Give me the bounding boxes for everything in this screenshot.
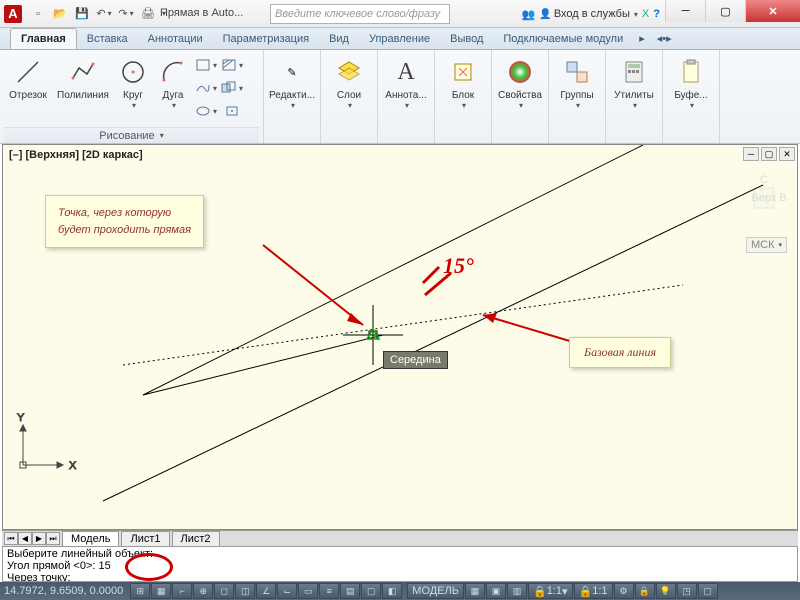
draw-panel-title[interactable]: Рисование ▾ — [4, 127, 259, 143]
qp-icon[interactable]: ▢ — [361, 583, 381, 599]
ribbon-tabs: Главная Вставка Аннотации Параметризация… — [0, 28, 800, 50]
spline-icon[interactable]: ▾ — [194, 77, 218, 99]
hw-accel-icon[interactable]: 💡 — [656, 583, 676, 599]
qat-save-icon[interactable]: 💾 — [72, 4, 92, 24]
sc-icon[interactable]: ◧ — [382, 583, 402, 599]
tab-plugins[interactable]: Подключаемые модули — [493, 29, 633, 49]
tab-view[interactable]: Вид — [319, 29, 359, 49]
app-logo-icon[interactable]: A — [4, 5, 22, 23]
otrack-icon[interactable]: ∠ — [256, 583, 276, 599]
annoscale-button[interactable]: 🔒 1:1▾ — [528, 583, 573, 599]
line-label: Отрезок — [9, 90, 47, 101]
dyn-icon[interactable]: ▭ — [298, 583, 318, 599]
qat-redo-icon[interactable]: ↷▾ — [116, 4, 136, 24]
clipboard-button[interactable]: Буфе...▾ — [667, 52, 715, 110]
highlight-circle — [125, 553, 173, 581]
polar-toggle-icon[interactable]: ⊕ — [193, 583, 213, 599]
tab-manage[interactable]: Управление — [359, 29, 440, 49]
help-icon[interactable]: ? — [653, 8, 660, 20]
polyline-button[interactable]: Полилиния — [54, 52, 112, 101]
ellipse-icon[interactable]: ▾ — [194, 100, 218, 122]
grid-toggle-icon[interactable]: ▦ — [151, 583, 171, 599]
scale-button[interactable]: 🔒 1:1 — [574, 583, 613, 599]
maximize-button[interactable]: ▢ — [705, 0, 745, 22]
tab-home[interactable]: Главная — [10, 28, 77, 49]
layers-button[interactable]: Слои▾ — [325, 52, 373, 110]
3dosnap-icon[interactable]: ◫ — [235, 583, 255, 599]
coords-readout[interactable]: 14.7972, 9.6509, 0.0000 — [4, 585, 123, 597]
layout2-tab[interactable]: Лист2 — [172, 531, 220, 547]
angle-annotation: 15° — [443, 253, 474, 279]
lock-ui-icon[interactable]: 🔒 — [635, 583, 655, 599]
tab-insert[interactable]: Вставка — [77, 29, 138, 49]
signin-button[interactable]: 👤 Вход в службы ▾ — [539, 8, 638, 20]
tab-expand-icon[interactable]: ◂•▸ — [651, 28, 678, 49]
point-icon[interactable] — [220, 100, 244, 122]
osnap-toggle-icon[interactable]: ◻ — [214, 583, 234, 599]
close-button[interactable]: ✕ — [745, 0, 800, 22]
ws-switch-icon[interactable]: ⚙ — [614, 583, 634, 599]
arc-button[interactable]: Дуга▾ — [154, 52, 192, 110]
tab-prev-icon[interactable]: ◀ — [18, 532, 32, 545]
circle-button[interactable]: Круг▾ — [114, 52, 152, 110]
search-input[interactable]: Введите ключевое слово/фразу — [270, 4, 450, 24]
qat-new-icon[interactable]: ▫ — [28, 4, 48, 24]
status-bar: 14.7972, 9.6509, 0.0000 ⊞ ▦ ⌐ ⊕ ◻ ◫ ∠ ⌙ … — [0, 582, 800, 600]
lwt-icon[interactable]: ≡ — [319, 583, 339, 599]
tab-parametric[interactable]: Параметризация — [213, 29, 319, 49]
clean-icon[interactable]: ▢ — [698, 583, 718, 599]
qat-print-icon[interactable]: 🖨 — [138, 4, 158, 24]
rect-icon[interactable]: ▾ — [194, 54, 218, 76]
signin-label: Вход в службы — [554, 8, 630, 20]
region-icon[interactable]: ▾ — [220, 77, 244, 99]
infocenter-icon[interactable]: 👥 — [522, 8, 536, 21]
drawing-area[interactable]: [–] [Верхняя] [2D каркас] ─ ▢ ✕ ВерхСВ М… — [2, 144, 798, 530]
exchange-icon[interactable]: X — [642, 8, 649, 20]
qv-icon[interactable]: ▣ — [486, 583, 506, 599]
qat-open-icon[interactable]: 📂 — [50, 4, 70, 24]
tab-scroll-icon[interactable]: ▸ — [633, 28, 651, 49]
iso-icon[interactable]: ◳ — [677, 583, 697, 599]
snap-tooltip: Середина — [383, 351, 448, 369]
tab-next-icon[interactable]: ▶ — [32, 532, 46, 545]
tab-output[interactable]: Вывод — [440, 29, 493, 49]
hatch-icon[interactable]: ▾ — [220, 54, 244, 76]
annot-button[interactable]: AАннота...▾ — [382, 52, 430, 110]
layout1-tab[interactable]: Лист1 — [121, 531, 169, 547]
quick-access-toolbar: ▫ 📂 💾 ↶▾ ↷▾ 🖨 ▾ — [28, 4, 166, 24]
block-button[interactable]: Блок▾ — [439, 52, 487, 110]
modify-button[interactable]: ✎Редакти...▾ — [268, 52, 316, 110]
arc-label: Дуга — [163, 90, 184, 101]
grid2-icon[interactable]: ▦ — [465, 583, 485, 599]
circle-label: Круг — [123, 90, 143, 101]
snap-toggle-icon[interactable]: ⊞ — [130, 583, 150, 599]
ortho-toggle-icon[interactable]: ⌐ — [172, 583, 192, 599]
window-title: Прямая в Auto... — [160, 7, 243, 19]
tab-last-icon[interactable]: ⏭ — [46, 532, 60, 545]
ducs-icon[interactable]: ⌙ — [277, 583, 297, 599]
layout-tabs: ⏮ ◀ ▶ ⏭ Модель Лист1 Лист2 — [2, 530, 798, 546]
cmd-line-0: Выберите линейный объект: — [7, 548, 793, 560]
tab-first-icon[interactable]: ⏮ — [4, 532, 18, 545]
svg-text:X: X — [69, 460, 77, 472]
callout-baseline: Базовая линия — [569, 337, 671, 368]
model-space-button[interactable]: МОДЕЛЬ — [407, 583, 464, 599]
props-button[interactable]: Свойства▾ — [496, 52, 544, 110]
model-tab[interactable]: Модель — [62, 531, 119, 547]
polyline-label: Полилиния — [57, 90, 109, 101]
minimize-button[interactable]: ─ — [665, 0, 705, 22]
qat-undo-icon[interactable]: ↶▾ — [94, 4, 114, 24]
groups-button[interactable]: Группы▾ — [553, 52, 601, 110]
line-button[interactable]: Отрезок — [4, 52, 52, 101]
callout-point: Точка, через которую будет проходить пря… — [45, 195, 204, 248]
tab-annotate[interactable]: Аннотации — [138, 29, 213, 49]
qvl-icon[interactable]: ▥ — [507, 583, 527, 599]
utils-button[interactable]: Утилиты▾ — [610, 52, 658, 110]
command-line[interactable]: Выберите линейный объект: Угол прямой <0… — [2, 546, 798, 582]
svg-text:Y: Y — [17, 412, 25, 424]
ribbon: Отрезок Полилиния Круг▾ Дуга▾ ▾ ▾ ▾ ▾ ▾ … — [0, 50, 800, 144]
tpy-icon[interactable]: ▤ — [340, 583, 360, 599]
cmd-line-2: Через точку: — [7, 572, 793, 582]
